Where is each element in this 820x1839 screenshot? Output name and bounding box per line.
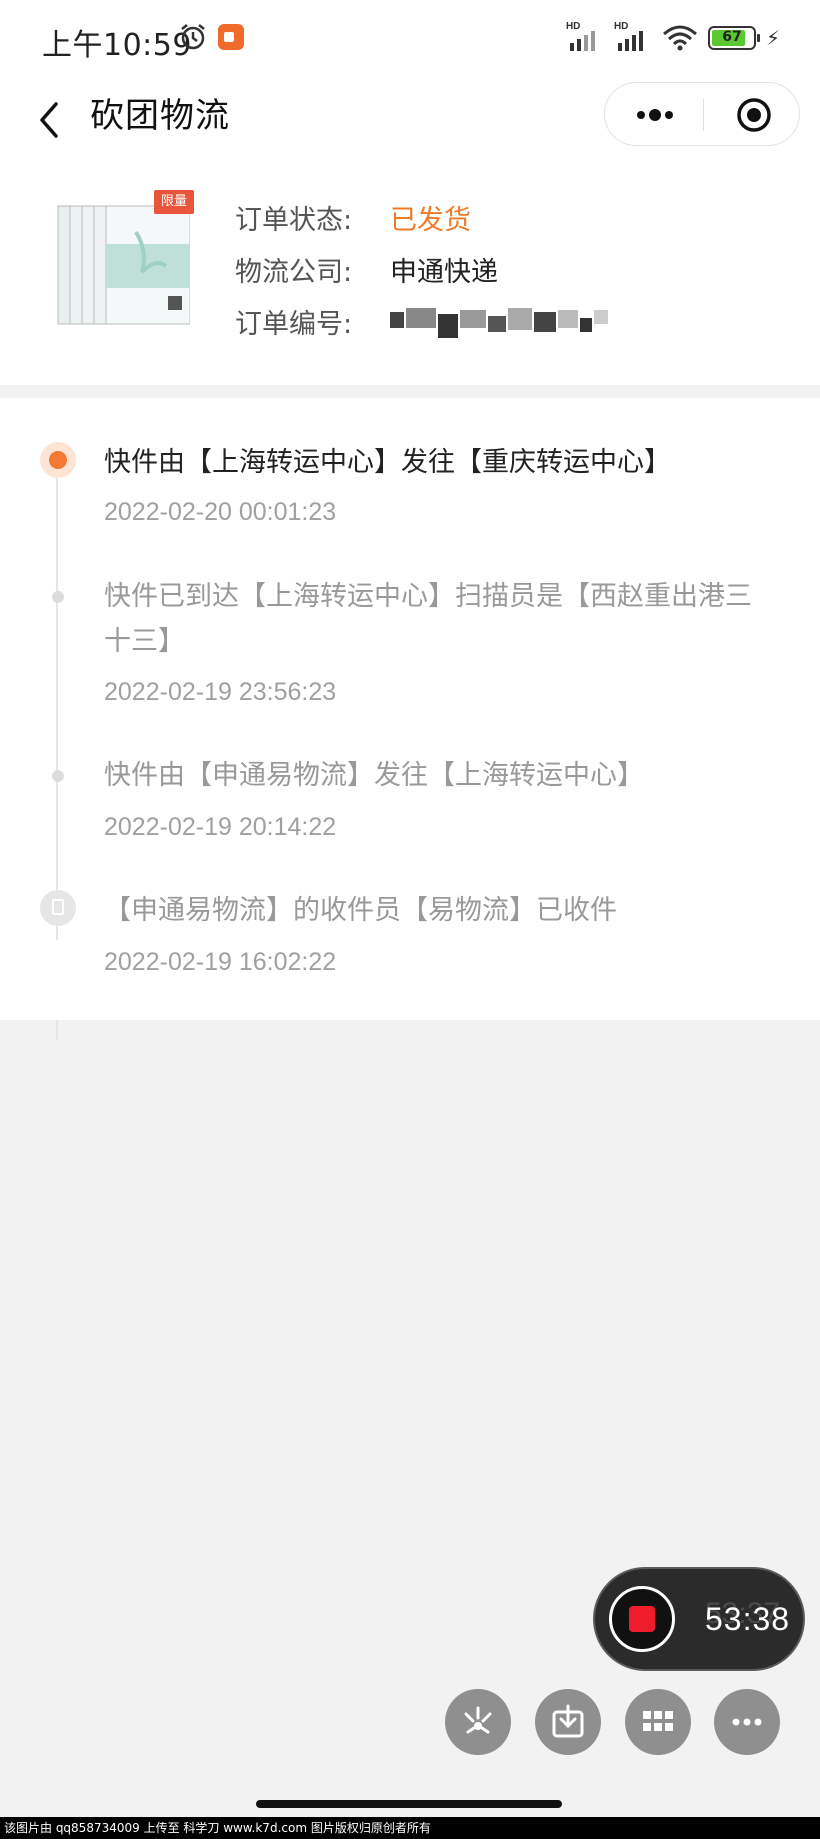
- receipt-icon: [40, 890, 76, 926]
- recorder-time: 53:38: [705, 1601, 791, 1637]
- logistics-company-label: 物流公司:: [235, 257, 353, 288]
- logistics-company-value: 申通快递: [390, 257, 498, 288]
- redacted-order-number: [390, 308, 608, 338]
- battery-icon: 67: [707, 26, 760, 50]
- miniprogram-capsule: [604, 82, 800, 146]
- order-status-value: 已发货: [390, 205, 471, 236]
- status-time: 上午10:59: [42, 28, 192, 63]
- timeline-dot-active: [40, 442, 76, 478]
- back-arrow-icon[interactable]: [30, 90, 70, 150]
- home-indicator[interactable]: [256, 1800, 562, 1808]
- order-status-label: 订单状态:: [235, 205, 353, 236]
- timeline-event-time: 2022-02-19 23:56:23: [104, 678, 337, 706]
- order-number-label: 订单编号:: [235, 309, 353, 340]
- timeline-line: [56, 460, 58, 940]
- alarm-icon: [181, 24, 205, 50]
- close-miniprogram-icon[interactable]: [735, 96, 773, 134]
- grid-icon: [643, 1711, 673, 1731]
- timeline-event-text: 【申通易物流】的收件员【易物流】已收件: [104, 895, 617, 926]
- status-indicators: HD HD 67 ⚡: [566, 21, 780, 54]
- timeline-event-text: 快件已到达【上海转运中心】扫描员是【西赵重出港三十三】: [104, 581, 752, 657]
- page-title: 砍团物流: [90, 96, 230, 136]
- signal-icon: HD: [566, 21, 604, 53]
- order-number-row: 订单编号:: [235, 302, 608, 341]
- timeline-event-time: 2022-02-19 20:14:22: [104, 813, 337, 841]
- stop-record-button[interactable]: [609, 1586, 675, 1652]
- timeline-event-time: 2022-02-19 16:02:22: [104, 948, 337, 976]
- screen-recorder-widget[interactable]: 53:37 53:38: [593, 1567, 805, 1671]
- more-icon[interactable]: [633, 105, 677, 125]
- order-info-card: 限量 订单状态: 已发货 物流公司: 申通快递 订单编号:: [0, 170, 820, 385]
- timeline-dot: [52, 591, 64, 603]
- brush-button[interactable]: [445, 1689, 511, 1755]
- charging-icon: ⚡: [765, 26, 780, 50]
- timeline-dot: [52, 770, 64, 782]
- signal-icon-2: HD: [614, 21, 652, 53]
- watermark-bar: 该图片由 qq858734009 上传至 科学刀 www.k7d.com 图片版…: [0, 1817, 820, 1839]
- logistics-timeline: 快件由【上海转运中心】发往【重庆转运中心】 2022-02-20 00:01:2…: [0, 398, 820, 1020]
- grid-button[interactable]: [625, 1689, 691, 1755]
- brush-icon: [464, 1706, 492, 1734]
- capsule-divider: [703, 99, 704, 131]
- timeline-event-text: 快件由【申通易物流】发往【上海转运中心】: [104, 760, 644, 791]
- limited-badge: 限量: [154, 190, 194, 214]
- download-icon: [552, 1704, 584, 1738]
- timeline-event-time: 2022-02-20 00:01:23: [104, 498, 337, 526]
- ellipsis-icon: [732, 1718, 762, 1726]
- download-button[interactable]: [535, 1689, 601, 1755]
- more-options-button[interactable]: [714, 1689, 780, 1755]
- order-status-row: 订单状态: 已发货: [235, 198, 471, 237]
- wifi-icon: [662, 25, 697, 51]
- status-bar: 上午10:59 HD HD 67 ⚡: [0, 0, 820, 72]
- timeline-line-tail: [56, 1020, 58, 1040]
- timeline-event-text: 快件由【上海转运中心】发往【重庆转运中心】: [104, 447, 671, 478]
- screen-record-icon: [218, 24, 244, 50]
- logistics-company-row: 物流公司: 申通快递: [235, 250, 498, 289]
